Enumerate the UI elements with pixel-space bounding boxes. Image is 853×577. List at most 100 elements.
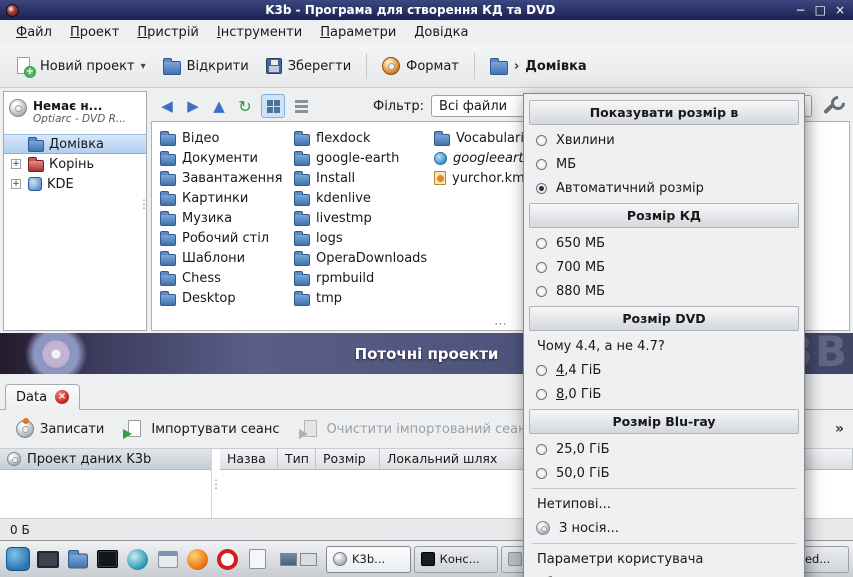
menu-item-save-user-defaults[interactable]: Зберегти параметри користувача	[524, 571, 804, 577]
file-item[interactable]: google-earth	[294, 148, 427, 168]
file-item[interactable]: Робочий стіл	[160, 228, 283, 248]
file-item[interactable]: kdenlive	[294, 188, 427, 208]
breadcrumb-home[interactable]: Домівка	[525, 59, 586, 74]
menu-item-megabytes[interactable]: МБ	[524, 152, 804, 176]
document-launcher-icon[interactable]	[244, 546, 271, 573]
menu-item-80gib[interactable]: 8,0 ГіБ	[524, 382, 804, 406]
expander-icon[interactable]: +	[11, 179, 21, 189]
radio-off-icon	[536, 389, 547, 400]
file-item[interactable]: Картинки	[160, 188, 283, 208]
file-item[interactable]: Музика	[160, 208, 283, 228]
close-button[interactable]: ×	[835, 4, 845, 16]
menu-help[interactable]: Довідка	[406, 22, 476, 43]
forward-button[interactable]: ▶	[181, 94, 205, 118]
menu-item-650mb[interactable]: 650 МБ	[524, 231, 804, 255]
tab-data-project[interactable]: Data ×	[5, 384, 80, 410]
terminal-icon[interactable]	[94, 546, 121, 573]
menu-item-700mb[interactable]: 700 МБ	[524, 255, 804, 279]
file-item[interactable]: Install	[294, 168, 427, 188]
menu-item-from-medium[interactable]: З носія...	[524, 516, 804, 540]
file-item[interactable]: Vocabulari	[434, 128, 525, 148]
tree-item-home[interactable]: Домівка	[4, 134, 146, 154]
menu-settings[interactable]: Параметри	[312, 22, 404, 43]
up-button[interactable]: ▲	[207, 94, 231, 118]
column-name[interactable]: Назва	[220, 449, 278, 470]
globe-icon[interactable]	[124, 546, 151, 573]
save-button[interactable]: Зберегти	[259, 53, 358, 79]
menu-separator	[532, 488, 796, 489]
back-button[interactable]: ◀	[155, 94, 179, 118]
file-item[interactable]: Desktop	[160, 288, 283, 308]
toolbar-overflow-icon[interactable]: »	[835, 421, 844, 437]
import-session-button[interactable]: Імпортувати сеанс	[118, 416, 286, 443]
file-item[interactable]: OperaDownloads	[294, 248, 427, 268]
file-item[interactable]: flexdock	[294, 128, 427, 148]
kmenu-icon[interactable]	[4, 546, 31, 573]
column-size[interactable]: Розмір	[316, 449, 380, 470]
detail-view-button[interactable]	[289, 94, 313, 118]
file-item[interactable]: livestmp	[294, 208, 427, 228]
firefox-icon[interactable]	[184, 546, 211, 573]
tab-close-icon[interactable]: ×	[55, 390, 69, 404]
menu-item-minutes[interactable]: Хвилини	[524, 128, 804, 152]
tree-item-kde[interactable]: + KDE	[4, 174, 146, 194]
task-konsole[interactable]: Конс...	[414, 546, 499, 573]
file-item[interactable]: Документи	[160, 148, 283, 168]
menu-tools[interactable]: Інструменти	[209, 22, 310, 43]
pager-desktop-2[interactable]	[300, 553, 317, 566]
icon-view-button[interactable]	[261, 94, 285, 118]
menu-file[interactable]: Файл	[8, 22, 60, 43]
menu-item-user-defaults[interactable]: Параметри користувача	[524, 547, 804, 571]
menu-item-50gib[interactable]: 50,0 ГіБ	[524, 461, 804, 485]
folder-icon	[434, 134, 450, 146]
menu-item-880mb[interactable]: 880 МБ	[524, 279, 804, 303]
folder-launcher-icon[interactable]	[64, 546, 91, 573]
minimize-button[interactable]: −	[796, 4, 806, 16]
file-item[interactable]: tmp	[294, 288, 427, 308]
menu-item-auto-size[interactable]: Автоматичний розмір	[524, 176, 804, 200]
file-item[interactable]: rpmbuild	[294, 268, 427, 288]
file-item[interactable]: Завантаження	[160, 168, 283, 188]
splitter-handle-icon[interactable]: ⋮	[138, 197, 150, 211]
menu-item-why-44[interactable]: Чому 4.4, а не 4.7?	[524, 334, 804, 358]
project-root-item[interactable]: Проект даних K3b	[0, 449, 211, 470]
new-project-dropdown-icon[interactable]: ▾	[141, 61, 146, 72]
scroll-indicator-icon[interactable]: ⋯	[494, 320, 507, 330]
breadcrumb[interactable]: › Домівка	[483, 53, 594, 80]
window-icon[interactable]	[154, 546, 181, 573]
file-item[interactable]: Відео	[160, 128, 283, 148]
menu-item-44gib[interactable]: 4,4 ГіБ	[524, 358, 804, 382]
open-folder-icon	[163, 61, 181, 75]
reload-button[interactable]: ↻	[233, 94, 257, 118]
burn-disc-icon	[16, 420, 34, 438]
file-item[interactable]: Шаблони	[160, 248, 283, 268]
menu-device[interactable]: Пристрій	[129, 22, 207, 43]
radio-off-icon	[536, 135, 547, 146]
opera-icon[interactable]	[214, 546, 241, 573]
open-button[interactable]: Відкрити	[156, 53, 256, 80]
device-entry[interactable]: Немає н... Optiarc - DVD R...	[4, 92, 146, 130]
burn-button[interactable]: Записати	[9, 416, 111, 442]
file-item[interactable]: googleeart	[434, 148, 525, 168]
configure-button[interactable]	[820, 93, 846, 119]
workspace-pager[interactable]	[280, 553, 317, 566]
file-item[interactable]: logs	[294, 228, 427, 248]
menu-item-custom[interactable]: Нетипові...	[524, 492, 804, 516]
task-k3b[interactable]: K3b...	[326, 546, 411, 573]
tree-item-root[interactable]: + Корінь	[4, 154, 146, 174]
file-item[interactable]: Chess	[160, 268, 283, 288]
menu-project[interactable]: Проект	[62, 22, 127, 43]
desktop-icon[interactable]	[34, 546, 61, 573]
column-type[interactable]: Тип	[278, 449, 316, 470]
new-project-button[interactable]: Новий проект ▾	[7, 52, 153, 81]
titlebar[interactable]: K3b - Програма для створення КД та DVD −…	[0, 0, 853, 20]
folder-icon	[160, 214, 176, 226]
splitter-handle-icon[interactable]: ⋮	[212, 449, 220, 518]
format-button[interactable]: Формат	[375, 52, 466, 80]
menu-item-25gib[interactable]: 25,0 ГіБ	[524, 437, 804, 461]
expander-icon[interactable]: +	[11, 159, 21, 169]
maximize-button[interactable]: □	[815, 4, 826, 16]
size-popup-menu: Показувати розмір в Хвилини МБ Автоматич…	[523, 93, 805, 577]
pager-desktop-1[interactable]	[280, 553, 297, 566]
file-item[interactable]: yurchor.km	[434, 168, 525, 188]
